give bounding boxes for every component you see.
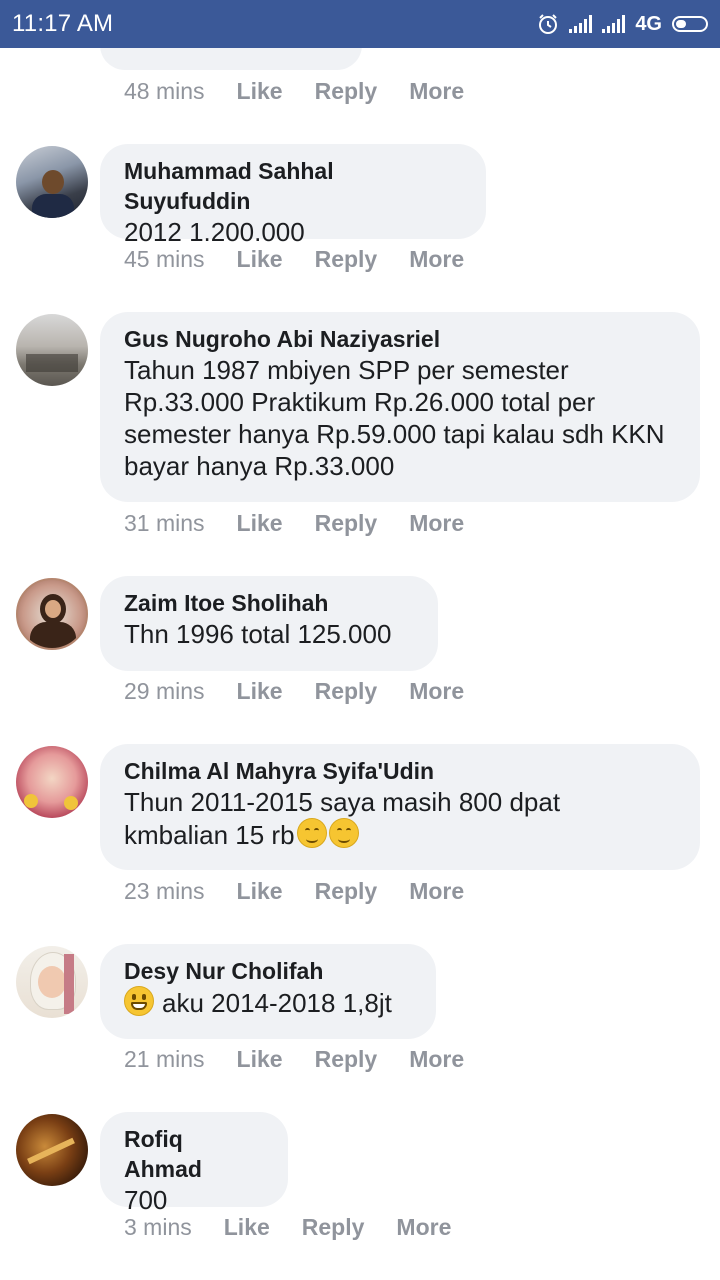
comment-time: 48 mins [124, 78, 205, 104]
commenter-name[interactable]: Gus Nugroho Abi Naziyasriel [124, 324, 676, 354]
comment-time: 21 mins [124, 1046, 205, 1072]
avatar[interactable] [16, 746, 88, 818]
commenter-name[interactable]: Zaim Itoe Sholihah [124, 588, 414, 618]
more-button[interactable]: More [409, 246, 464, 273]
avatar[interactable] [16, 578, 88, 650]
status-time: 11:17 AM [12, 10, 114, 37]
comment-time: 29 mins [124, 678, 205, 704]
like-button[interactable]: Like [237, 678, 283, 705]
reply-button[interactable]: Reply [315, 678, 378, 705]
comment-text: Tahun 1987 mbiyen SPP per semester Rp.33… [124, 355, 665, 481]
status-bar: 11:17 AM 4G [0, 0, 720, 48]
like-button[interactable]: Like [224, 1214, 270, 1241]
reply-button[interactable]: Reply [315, 246, 378, 273]
comment-actions: 45 mins Like Reply More [124, 246, 464, 273]
like-button[interactable]: Like [237, 878, 283, 905]
reply-button[interactable]: Reply [315, 878, 378, 905]
more-button[interactable]: More [409, 678, 464, 705]
reply-button[interactable]: Reply [315, 78, 378, 105]
comment-bubble[interactable]: Rofiq Ahmad 700 [100, 1112, 288, 1215]
comment-actions: 21 mins Like Reply More [124, 1046, 464, 1073]
comment-bubble[interactable]: Gus Nugroho Abi Naziyasriel Tahun 1987 m… [100, 312, 700, 502]
comment-bubble[interactable]: Chilma Al Mahyra Syifa'Udin Thun 2011-20… [100, 744, 700, 870]
comment-text-segment: aku 2014-2018 1,8jt [162, 988, 392, 1018]
comment-time: 23 mins [124, 878, 205, 904]
comment-text-segment: kmbalian 15 rb [124, 820, 295, 850]
comment-actions: 31 mins Like Reply More [124, 510, 464, 537]
comment-bubble[interactable]: Zaim Itoe Sholihah Thn 1996 total 125.00… [100, 576, 438, 671]
comment-time: 31 mins [124, 510, 205, 536]
commenter-name[interactable]: Desy Nur Cholifah [124, 956, 412, 986]
avatar[interactable] [16, 314, 88, 386]
avatar[interactable] [16, 146, 88, 218]
comment-text-line: kmbalian 15 rb [124, 818, 676, 851]
reply-button[interactable]: Reply [315, 1046, 378, 1073]
comment-actions: 29 mins Like Reply More [124, 678, 464, 705]
more-button[interactable]: More [409, 878, 464, 905]
comment-bubble[interactable]: Desy Nur Cholifah aku 2014-2018 1,8jt [100, 944, 436, 1039]
comment-text: Thun 2011-2015 saya masih 800 dpat kmbal… [124, 786, 676, 851]
status-icons: 4G [537, 13, 708, 36]
network-type: 4G [635, 12, 662, 35]
battery-icon [672, 16, 708, 32]
smiling-face-icon [296, 818, 327, 848]
comment-text: aku 2014-2018 1,8jt [124, 986, 412, 1019]
comment-actions: 23 mins Like Reply More [124, 878, 464, 905]
commenter-name[interactable]: Rofiq Ahmad [124, 1124, 264, 1184]
grinning-face-icon [124, 986, 154, 1016]
more-button[interactable]: More [409, 78, 464, 105]
comment-bubble[interactable]: Muhammad Sahhal Suyufuddin 2012 1.200.00… [100, 144, 486, 247]
avatar[interactable] [16, 1114, 88, 1186]
like-button[interactable]: Like [237, 78, 283, 105]
comment-time: 3 mins [124, 1214, 192, 1240]
reply-button[interactable]: Reply [302, 1214, 365, 1241]
avatar[interactable] [16, 946, 88, 1018]
smiling-face-icon [328, 818, 359, 848]
like-button[interactable]: Like [237, 246, 283, 273]
comment-text: 2012 1.200.000 [124, 217, 305, 247]
signal-icon [569, 15, 593, 33]
comment-actions: 48 mins Like Reply More [124, 78, 464, 105]
comment-time: 45 mins [124, 246, 205, 272]
comment-text-line: Thun 2011-2015 saya masih 800 dpat [124, 787, 561, 817]
more-button[interactable]: More [409, 510, 464, 537]
reply-button[interactable]: Reply [315, 510, 378, 537]
alarm-icon [539, 14, 558, 34]
commenter-name[interactable]: Chilma Al Mahyra Syifa'Udin [124, 756, 676, 786]
like-button[interactable]: Like [237, 510, 283, 537]
more-button[interactable]: More [396, 1214, 451, 1241]
commenter-name[interactable]: Muhammad Sahhal Suyufuddin [124, 156, 462, 216]
signal-icon [602, 15, 626, 33]
comment-actions: 3 mins Like Reply More [124, 1214, 451, 1241]
comment-text: Thn 1996 total 125.000 [124, 619, 392, 649]
like-button[interactable]: Like [237, 1046, 283, 1073]
more-button[interactable]: More [409, 1046, 464, 1073]
comment-text: 700 [124, 1185, 168, 1215]
